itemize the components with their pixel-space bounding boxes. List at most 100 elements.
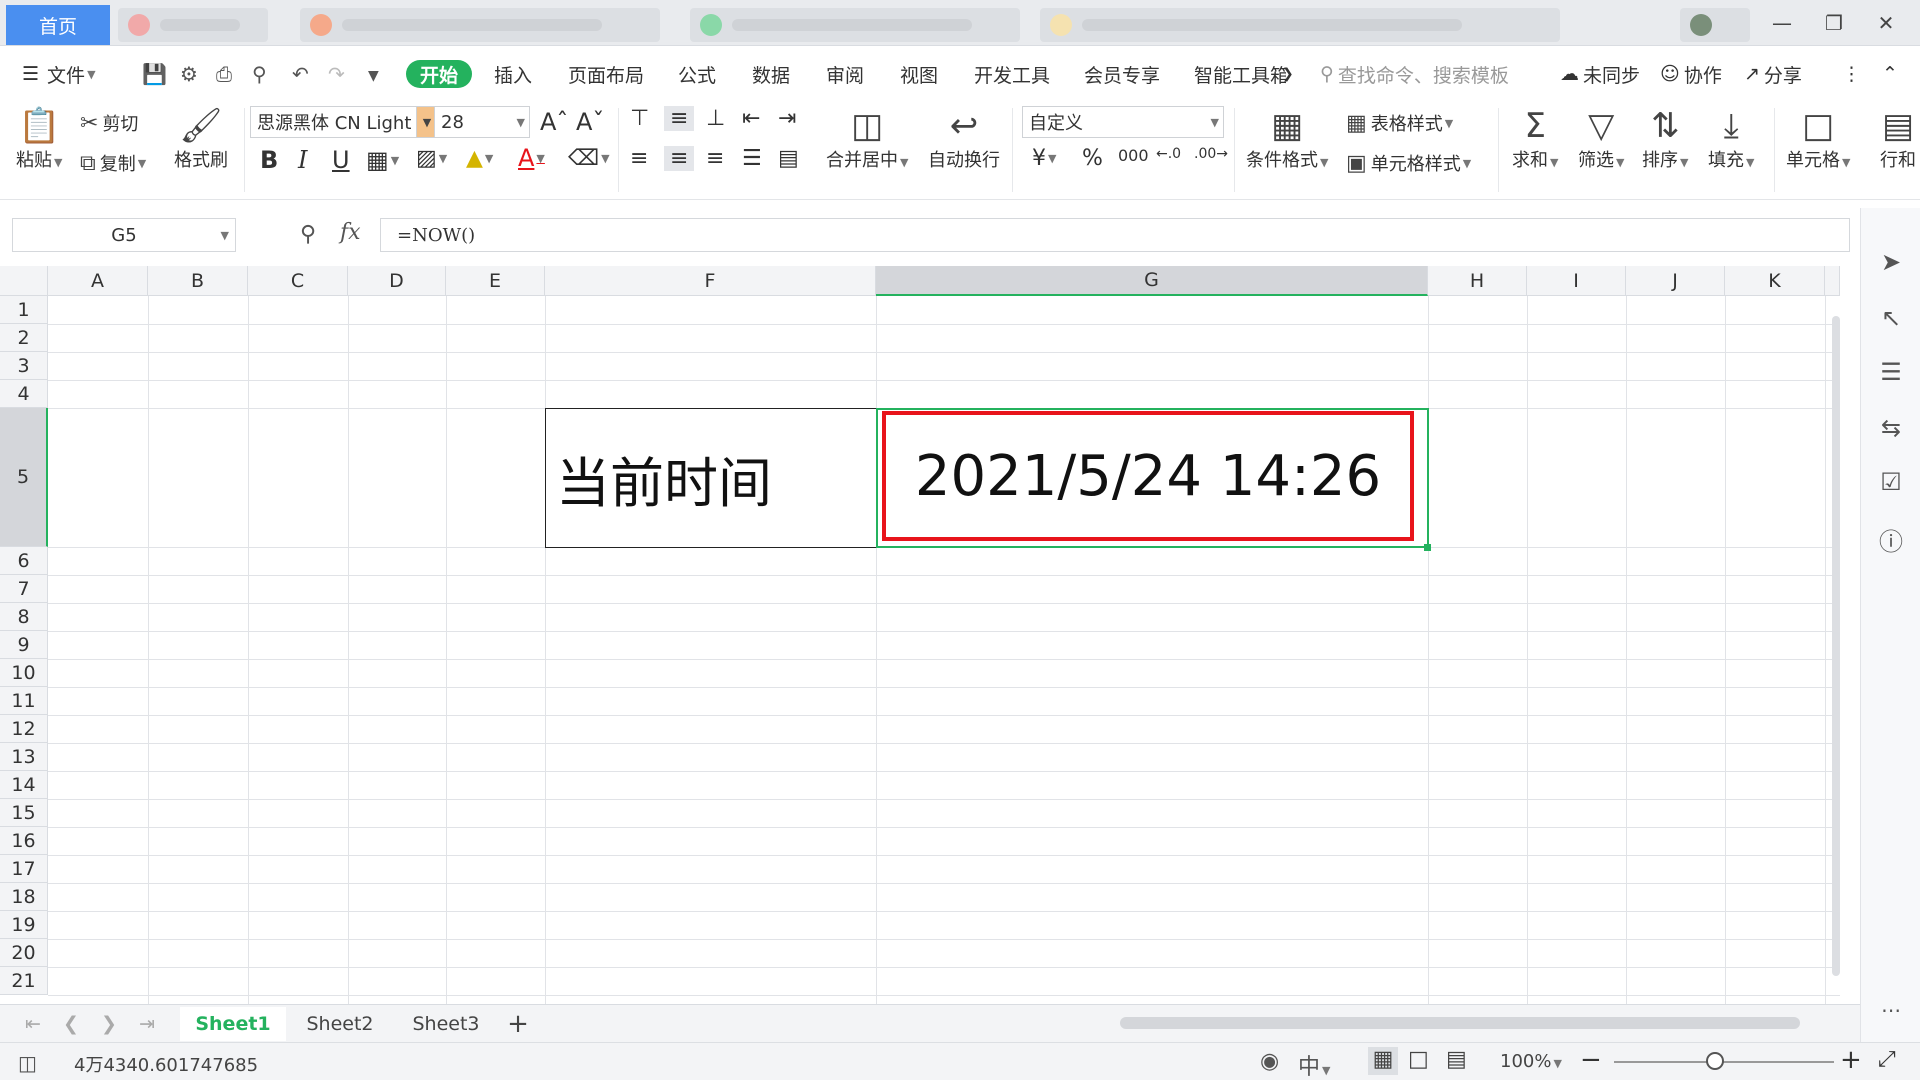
row-header[interactable]: 13 (0, 743, 48, 771)
row-header[interactable]: 21 (0, 967, 48, 995)
increase-font-icon[interactable]: Aˆ (540, 108, 568, 136)
column-header[interactable]: H (1428, 266, 1527, 296)
increase-indent-icon[interactable]: ⇥ (778, 106, 796, 131)
cell-button[interactable]: □ 单元格 ▼ (1786, 106, 1850, 172)
row-header[interactable]: 20 (0, 939, 48, 967)
cell-f5[interactable]: 当前时间 (545, 408, 877, 548)
home-tab[interactable]: 首页 (6, 5, 110, 45)
row-header[interactable]: 9 (0, 631, 48, 659)
minimize-icon[interactable]: — (1760, 6, 1804, 40)
align-middle-icon[interactable]: ≡ (664, 106, 695, 131)
column-header[interactable]: D (348, 266, 446, 296)
row-header[interactable]: 18 (0, 883, 48, 911)
number-format-select[interactable]: 自定义 ▼ (1022, 106, 1224, 138)
document-tab[interactable] (690, 8, 1020, 42)
row-header[interactable]: 7 (0, 575, 48, 603)
underline-icon[interactable]: U (332, 146, 350, 174)
copy-button[interactable]: ⧉ 复制 ▼ (80, 150, 146, 176)
sheet-tab-3[interactable]: Sheet3 (396, 1007, 496, 1041)
column-header[interactable]: J (1626, 266, 1725, 296)
row-header[interactable]: 5 (0, 408, 48, 547)
last-sheet-icon[interactable]: ⇥ (132, 1007, 162, 1041)
document-tab[interactable] (118, 8, 268, 42)
decrease-indent-icon[interactable]: ⇤ (742, 106, 760, 131)
font-size-select[interactable]: 28 ▼ (434, 106, 530, 138)
tab-review[interactable]: 审阅 (826, 60, 864, 88)
column-header[interactable]: A (48, 266, 148, 296)
eye-icon[interactable]: ◉ (1260, 1049, 1279, 1074)
formula-input[interactable]: =NOW() (380, 218, 1850, 252)
align-right-icon[interactable]: ≡ (706, 146, 724, 171)
column-header[interactable]: B (148, 266, 248, 296)
row-header[interactable]: 4 (0, 380, 48, 408)
increase-decimal-icon[interactable]: ←.0 (1156, 146, 1181, 162)
tab-formulas[interactable]: 公式 (678, 60, 716, 88)
more-dots-icon[interactable]: ⋯ (1861, 998, 1920, 1022)
page-layout-view-icon[interactable]: □ (1408, 1047, 1429, 1072)
sum-button[interactable]: Σ 求和 ▼ (1512, 106, 1558, 172)
row-header[interactable]: 8 (0, 603, 48, 631)
tab-data[interactable]: 数据 (752, 60, 790, 88)
quick-access-dropdown-icon[interactable]: ▼ (368, 68, 379, 84)
currency-icon[interactable]: ¥ ▼ (1032, 146, 1056, 171)
row-header[interactable]: 1 (0, 296, 48, 324)
row-header[interactable]: 11 (0, 687, 48, 715)
zoom-slider[interactable] (1614, 1061, 1834, 1063)
more-icon[interactable]: ⋮ (1842, 60, 1861, 88)
clear-icon[interactable]: ⌫ ▼ (568, 146, 610, 171)
row-header[interactable]: 15 (0, 799, 48, 827)
row-header[interactable]: 3 (0, 352, 48, 380)
restore-icon[interactable]: ❐ (1812, 6, 1856, 40)
tab-page-layout[interactable]: 页面布局 (568, 60, 644, 88)
distributed-icon[interactable]: ▤ (778, 146, 799, 171)
tab-insert[interactable]: 插入 (494, 60, 532, 88)
normal-view-icon[interactable]: ▦ (1368, 1047, 1398, 1075)
format-icon[interactable]: ⚙ (180, 62, 198, 86)
next-sheet-icon[interactable]: ❯ (94, 1007, 124, 1041)
add-sheet-icon[interactable]: + (500, 1007, 536, 1041)
format-painter-button[interactable]: 🖌 格式刷 (174, 106, 228, 172)
row-col-button[interactable]: ▤ 行和 (1878, 106, 1918, 172)
spreadsheet-grid[interactable]: A B C D E F G H I J K 1 2 3 4 5 6 7 8 9 … (0, 266, 1840, 1004)
first-sheet-icon[interactable]: ⇤ (18, 1007, 48, 1041)
rocket-icon[interactable]: ➤ (1861, 248, 1920, 276)
save-icon[interactable]: 💾 (142, 62, 167, 86)
column-header[interactable]: F (545, 266, 876, 296)
sheet-tab-2[interactable]: Sheet2 (290, 1007, 390, 1041)
vertical-scrollbar[interactable] (1832, 316, 1840, 976)
justify-icon[interactable]: ☰ (742, 146, 762, 171)
tab-smart-tools[interactable]: 智能工具箱 (1194, 60, 1286, 88)
zoom-out-icon[interactable]: − (1580, 1045, 1602, 1075)
input-method-icon[interactable]: 中 ▼ (1298, 1049, 1330, 1080)
zoom-in-icon[interactable]: + (1840, 1045, 1862, 1075)
zoom-formula-icon[interactable]: ⚲ (300, 222, 316, 247)
fill-color-icon[interactable]: ▲ ▼ (466, 146, 493, 171)
percent-icon[interactable]: % (1082, 146, 1103, 171)
fill-handle[interactable] (1424, 544, 1431, 551)
zoom-slider-handle[interactable] (1706, 1052, 1724, 1070)
thousands-icon[interactable]: 000 (1118, 146, 1149, 165)
fill-button[interactable]: ⤓ 填充 ▼ (1708, 106, 1754, 172)
column-header[interactable]: E (446, 266, 545, 296)
merge-center-button[interactable]: ◫ 合并居中 ▼ (826, 106, 908, 172)
select-all-corner[interactable] (0, 266, 48, 296)
decrease-font-icon[interactable]: Aˇ (576, 108, 604, 136)
row-header[interactable]: 14 (0, 771, 48, 799)
page-break-view-icon[interactable]: ▤ (1446, 1047, 1467, 1072)
help-icon[interactable]: ⓘ (1861, 522, 1920, 557)
column-header[interactable]: K (1725, 266, 1825, 296)
align-top-icon[interactable]: ⊤ (630, 106, 649, 131)
row-header[interactable]: 19 (0, 911, 48, 939)
italic-icon[interactable]: I (298, 146, 307, 174)
undo-icon[interactable]: ↶ (292, 62, 309, 86)
sync-status[interactable]: ☁ 未同步 (1560, 60, 1640, 88)
avatar[interactable] (1680, 8, 1750, 42)
font-name-dropdown-icon[interactable]: ▼ (416, 106, 436, 138)
row-header[interactable]: 2 (0, 324, 48, 352)
conditional-format-button[interactable]: ▦ 条件格式 ▼ (1246, 106, 1328, 172)
row-header[interactable]: 10 (0, 659, 48, 687)
file-menu[interactable]: ☰ 文件 ▼ (22, 60, 96, 88)
column-header[interactable]: I (1527, 266, 1626, 296)
transfer-icon[interactable]: ⇆ (1861, 414, 1920, 442)
horizontal-scrollbar[interactable] (1120, 1017, 1800, 1029)
